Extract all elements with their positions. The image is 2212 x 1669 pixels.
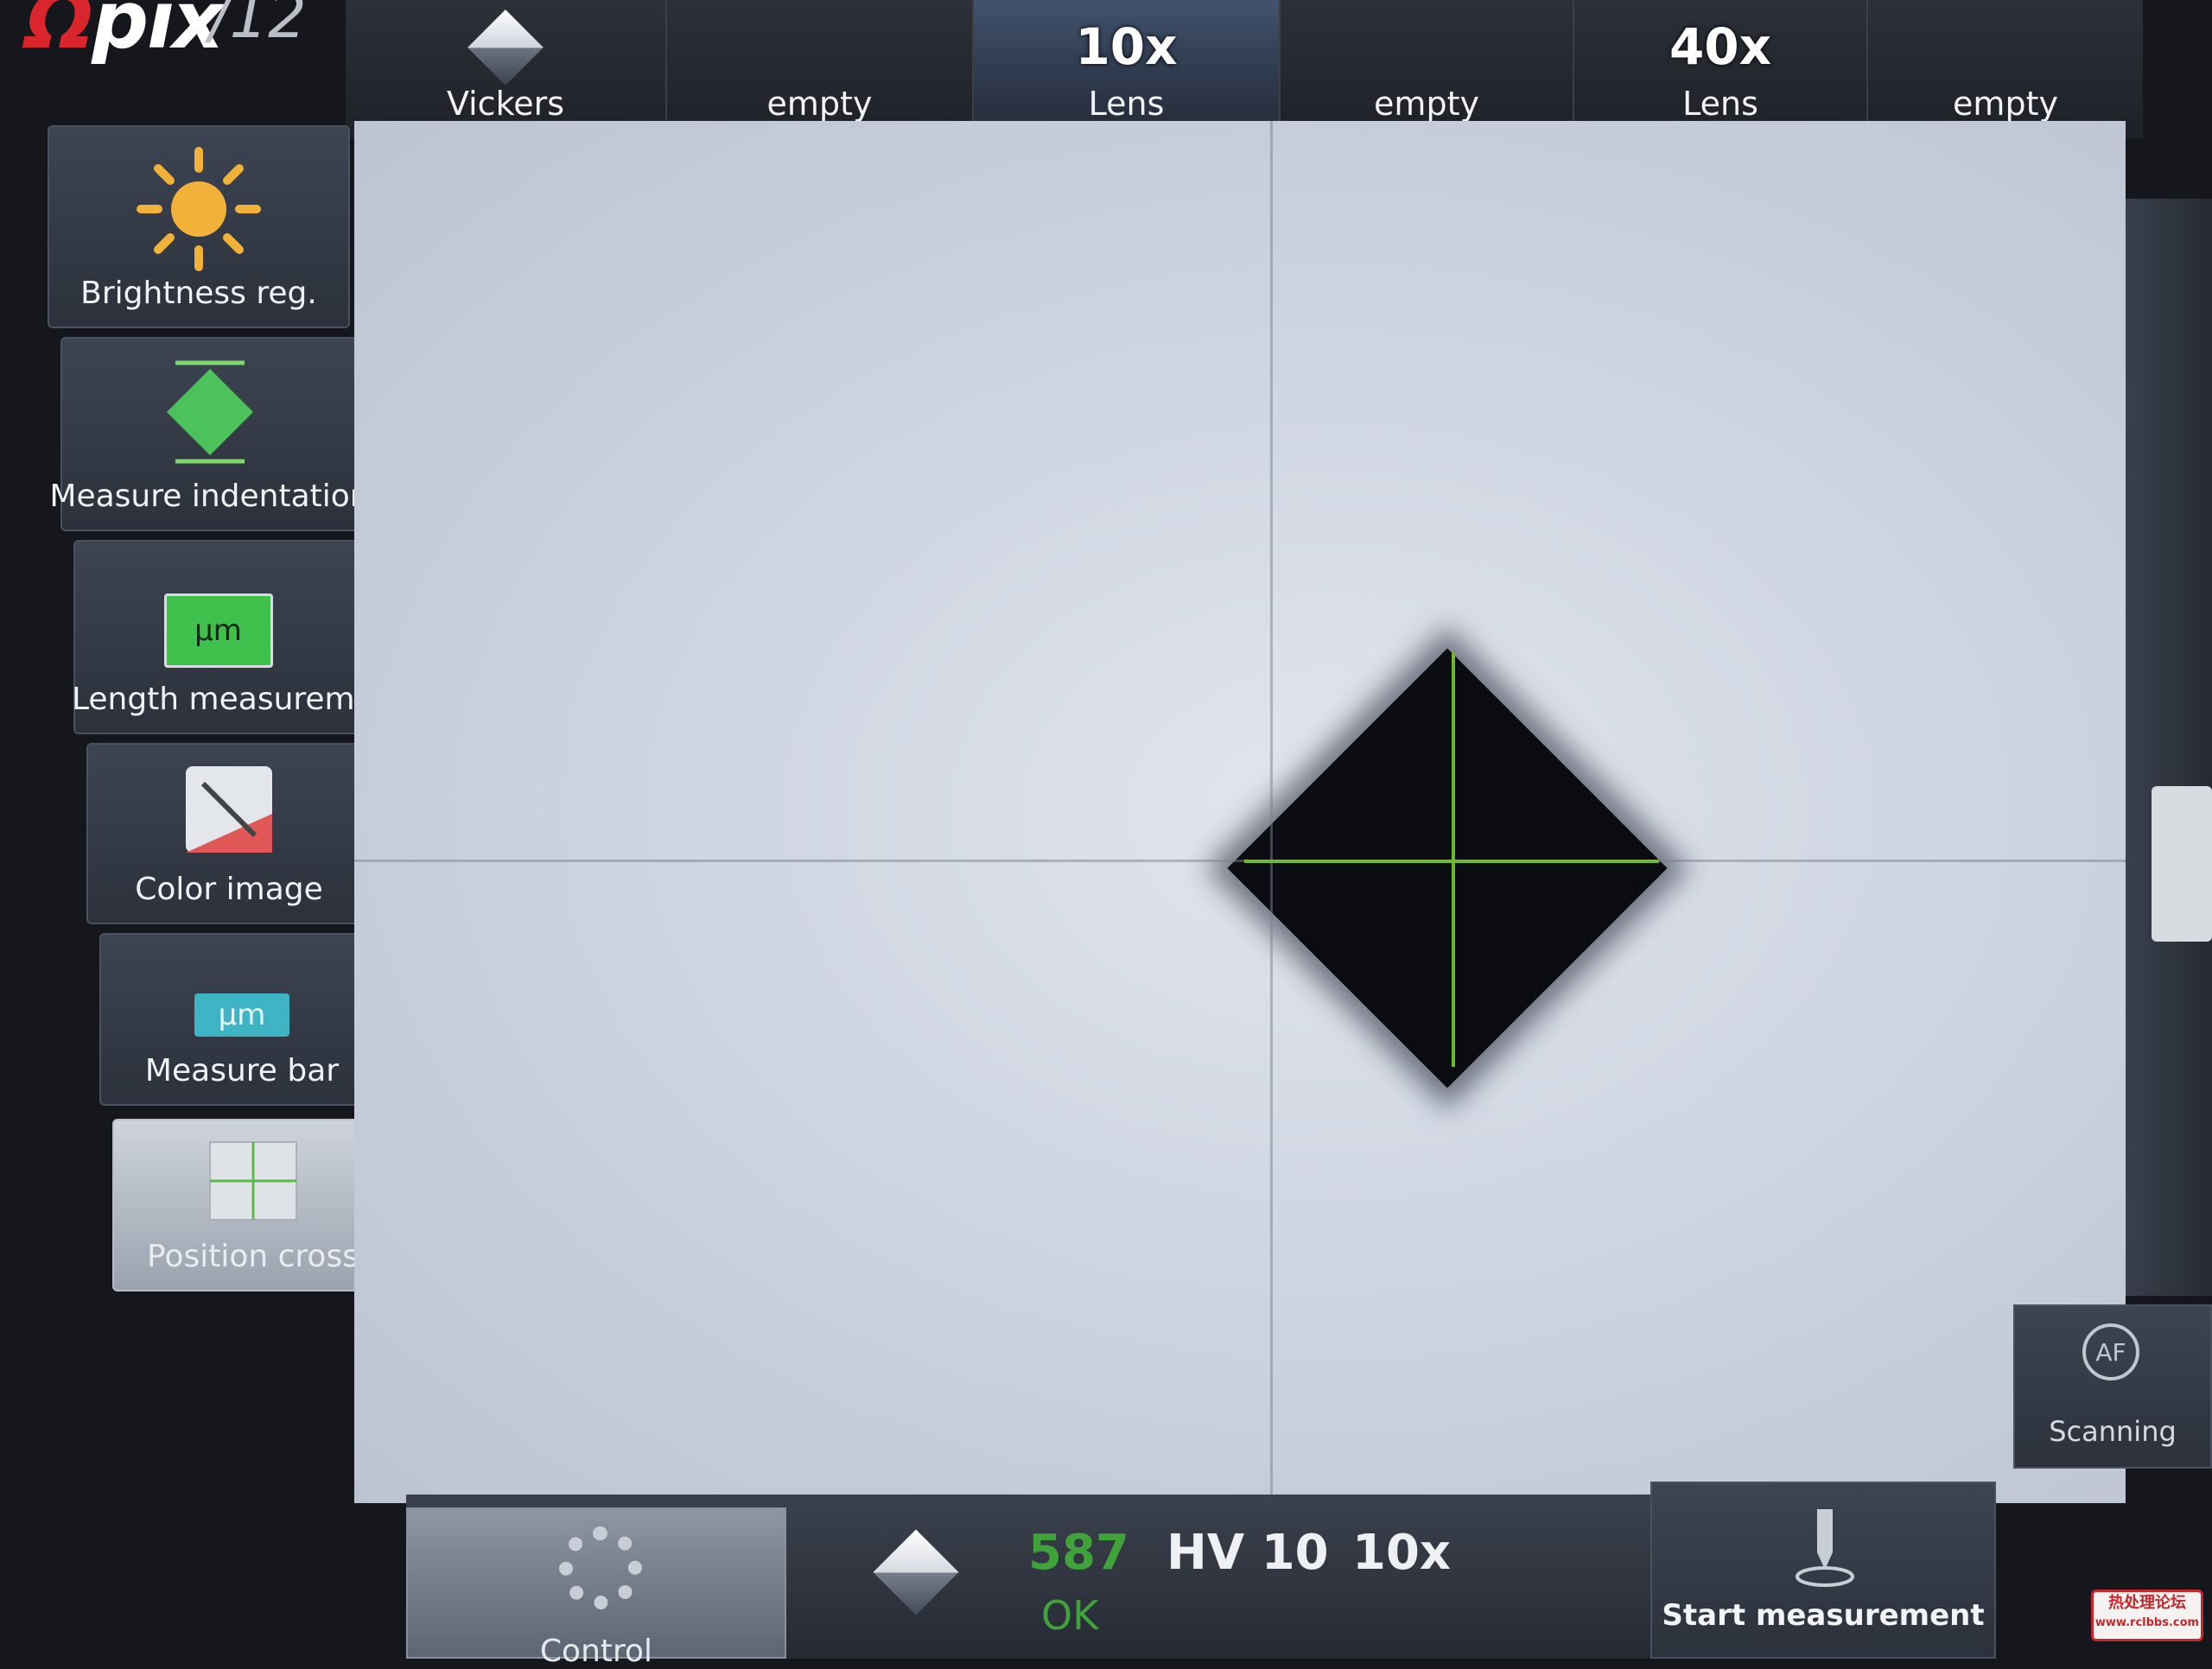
lens-magnification: 10x [1075, 17, 1178, 76]
hardness-value: 587 [1028, 1525, 1129, 1581]
position-cross-icon [208, 1141, 297, 1221]
toolbar-button-label: empty [766, 85, 873, 123]
sidebar-item-label: Length measurem. [71, 682, 365, 717]
brightness-reg-button[interactable]: Brightness reg. [48, 125, 350, 328]
sidebar-item-label: Measure bar [144, 1053, 340, 1088]
ruler-um-icon-text: µm [194, 613, 242, 648]
microscope-image-view[interactable] [354, 121, 2126, 1503]
color-image-icon [186, 766, 272, 853]
result-magnification: 10x [1352, 1525, 1452, 1581]
toolbar-button-label: Lens [1088, 85, 1165, 123]
watermark-line-2: www.rclbbs.com [2094, 1616, 2200, 1629]
logo-name: pix [92, 0, 224, 67]
logo-mark: Ω [26, 0, 93, 67]
result-status: OK [1041, 1592, 1099, 1639]
toolbar-button-label: Vickers [446, 85, 565, 123]
start-measurement-button[interactable]: Start measurement [1650, 1482, 1996, 1659]
app-logo: Ωpix /12 [26, 0, 346, 67]
toolbar-lens-10x-button[interactable]: 10x Lens [972, 0, 1279, 138]
toolbar-lens-40x-button[interactable]: 40x Lens [1573, 0, 1866, 138]
result-panel: 587 HV 10 10x OK [791, 1507, 1646, 1659]
scanning-button[interactable]: AF Scanning [2013, 1304, 2212, 1469]
focus-slider-handle[interactable] [2152, 786, 2212, 942]
gear-icon [559, 1526, 642, 1609]
lens-magnification: 40x [1669, 17, 1772, 76]
measure-bar-icon-text: µm [218, 998, 266, 1032]
toolbar-slot-empty-1[interactable]: empty [665, 0, 972, 138]
indenter-start-icon [1796, 1509, 1854, 1587]
measure-bar-button[interactable]: µm Measure bar [99, 933, 385, 1106]
sidebar-item-label: Color image [135, 872, 323, 907]
hardness-scale: HV 10 [1166, 1525, 1329, 1581]
watermark-line-1: 热处理论坛 [2108, 1594, 2186, 1612]
ruler-um-icon: µm [163, 593, 273, 668]
toolbar-vickers-button[interactable]: Vickers [346, 0, 665, 138]
position-cross-button[interactable]: Position cross [112, 1119, 393, 1291]
vickers-indenter-icon [467, 10, 543, 86]
length-measurement-button[interactable]: µm Length measurem. [71, 540, 365, 734]
measure-cross-vertical[interactable] [1452, 652, 1455, 1067]
autofocus-icon: AF [2082, 1323, 2139, 1380]
reference-line-horizontal [354, 860, 2126, 862]
sidebar-item-label: Brightness reg. [80, 276, 317, 311]
measure-indentation-button[interactable]: Measure indentation [49, 337, 370, 531]
focus-slider-panel [2126, 199, 2212, 1296]
control-button[interactable]: Control [406, 1507, 786, 1669]
forum-watermark: 热处理论坛 www.rclbbs.com [2091, 1590, 2203, 1641]
scanning-label: Scanning [2049, 1415, 2177, 1448]
toolbar-button-label: empty [1374, 85, 1479, 123]
control-label: Control [539, 1634, 653, 1669]
objective-toolbar: Vickers empty 10x Lens empty 40x Lens em… [346, 0, 2143, 138]
measure-bar-icon: µm [194, 993, 289, 1037]
sidebar-item-label: Measure indentation [49, 479, 370, 514]
reference-line-vertical [1270, 121, 1273, 1503]
vickers-indentation [1227, 648, 1668, 1088]
app-version: 12 [229, 0, 307, 52]
diamond-icon [166, 360, 253, 464]
sidebar-item-label: Position cross [147, 1239, 359, 1274]
toolbar-slot-empty-3[interactable]: empty [1866, 0, 2143, 138]
color-image-button[interactable]: Color image [86, 743, 372, 924]
start-measurement-label: Start measurement [1662, 1598, 1985, 1633]
vickers-diamond-icon [873, 1529, 959, 1615]
toolbar-button-label: empty [1953, 85, 2058, 123]
toolbar-button-label: Lens [1682, 85, 1758, 123]
sun-icon [137, 147, 261, 271]
af-label: AF [2095, 1337, 2126, 1367]
toolbar-slot-empty-2[interactable]: empty [1279, 0, 1573, 138]
